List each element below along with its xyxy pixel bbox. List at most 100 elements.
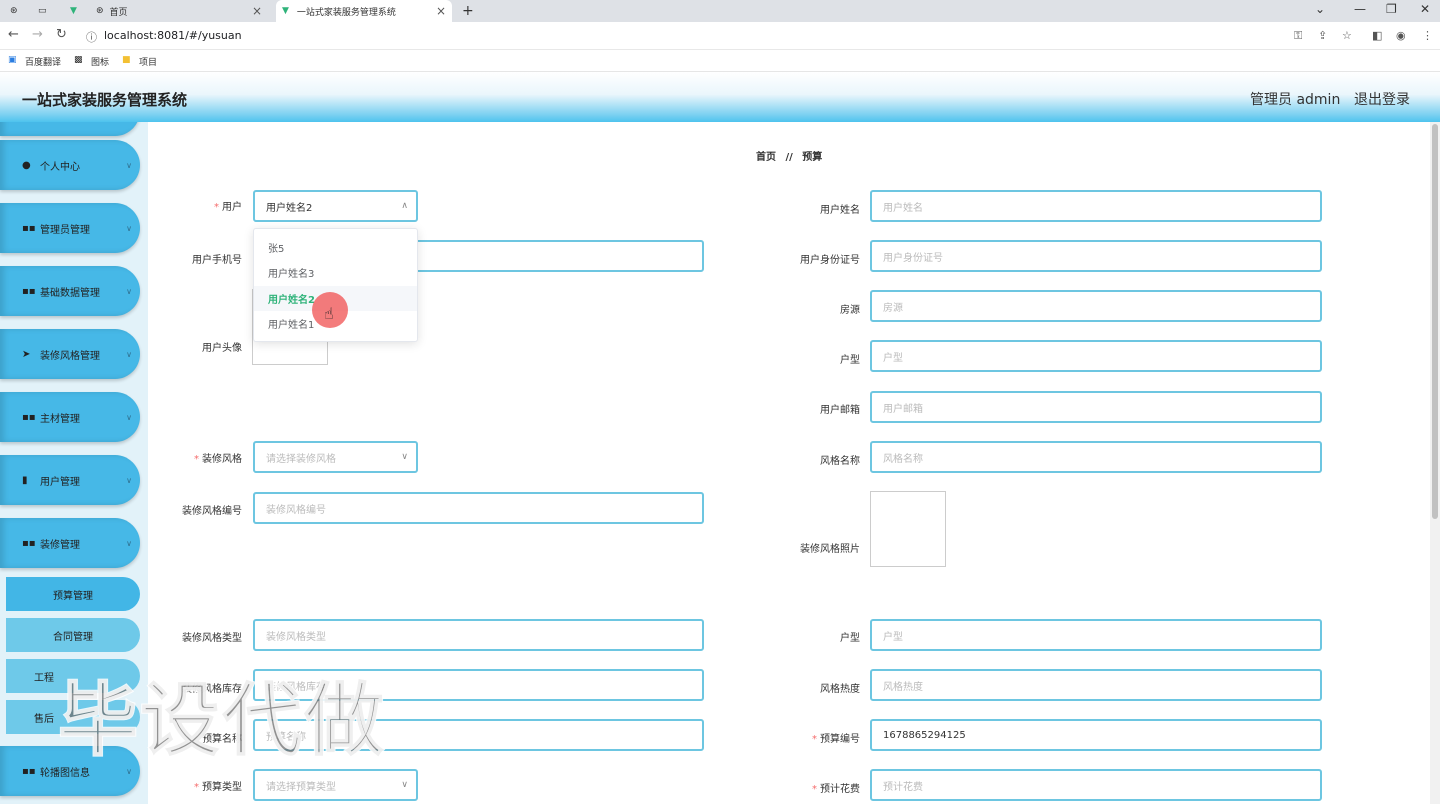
close-icon[interactable]: × — [436, 4, 446, 18]
budget-no-input[interactable]: 1678865294125 — [870, 719, 1322, 751]
scrollbar[interactable] — [1430, 122, 1440, 804]
menu-label: 装修管理 — [40, 539, 80, 551]
chevron-down-icon: ∨ — [401, 780, 408, 790]
breadcrumb-current: 预算 — [802, 152, 823, 163]
window-close-button[interactable]: ✕ — [1420, 0, 1430, 18]
style-type-input[interactable]: 装修风格类型 — [253, 619, 704, 651]
folder-icon: ■ — [122, 55, 131, 65]
sidebar-icon[interactable]: ◧ — [1372, 29, 1382, 42]
menu-dots-icon[interactable]: ⋮ — [1422, 29, 1433, 42]
user-idcard-label: 用户身份证号 — [800, 255, 860, 266]
sidebar-menu-decoration[interactable]: ▪▪ 装修管理 ∨ — [0, 518, 140, 568]
user-email-input[interactable]: 用户邮箱 — [870, 391, 1322, 423]
breadcrumb: 首页 // 预算 — [756, 148, 822, 163]
chevron-up-icon: ∧ — [401, 201, 408, 211]
new-tab-button[interactable]: + — [462, 0, 474, 22]
house-type2-input[interactable]: 户型 — [870, 619, 1322, 651]
restore-button[interactable]: ❐ — [1386, 0, 1397, 18]
dropdown-option[interactable]: 用户姓名3 — [254, 260, 417, 285]
sidebar-menu-admin[interactable]: ▪▪ 管理员管理 ∨ — [0, 203, 140, 253]
share-icon[interactable]: ⇪ — [1318, 29, 1327, 42]
profile-icon[interactable]: ◉ — [1396, 29, 1406, 42]
logout-button[interactable]: 退出登录 — [1354, 89, 1410, 109]
globe-icon: ⊛ — [96, 6, 104, 16]
scrollbar-thumb[interactable] — [1432, 124, 1438, 519]
browser-tab-bar: ⊛ ▭ ▼ ⊛ 首页 × ▼ 一站式家装服务管理系统 × + ⌄ — ❐ ✕ — [0, 0, 1440, 22]
menu-label: 用户管理 — [40, 476, 80, 488]
bookmarks-bar: ▣ 百度翻译 ▩ 图标 ■ 项目 — [0, 50, 1440, 72]
dropdown-option[interactable]: 张5 — [254, 235, 417, 260]
key-icon[interactable]: ⚿ — [1294, 29, 1302, 43]
user-label: * 用户 — [214, 202, 242, 213]
user-email-label: 用户邮箱 — [820, 405, 860, 416]
house-type-input[interactable]: 户型 — [870, 340, 1322, 372]
minimize-button[interactable]: — — [1354, 0, 1366, 18]
pinned-tab-icon[interactable]: ▭ — [38, 0, 58, 22]
grid-icon: ▪▪ — [22, 537, 36, 549]
chevron-down-icon: ∨ — [126, 538, 132, 548]
user-select[interactable]: 用户姓名2 ∧ — [253, 190, 418, 222]
budget-type-placeholder: 请选择预算类型 — [266, 781, 336, 793]
user-name-label: 用户姓名 — [820, 205, 860, 216]
pinned-tab-icon[interactable]: ⊛ — [10, 0, 28, 22]
app-header: 一站式家装服务管理系统 管理员 admin 退出登录 — [0, 72, 1440, 122]
chevron-down-icon: ∨ — [401, 452, 408, 462]
style-select[interactable]: 请选择装修风格 ∨ — [253, 441, 418, 473]
house-source-input[interactable]: 房源 — [870, 290, 1322, 322]
bookmark-item[interactable]: 百度翻译 — [25, 55, 61, 68]
user-name-input[interactable]: 用户姓名 — [870, 190, 1322, 222]
user-avatar-label: 用户头像 — [202, 343, 242, 354]
sidebar-menu-partial[interactable] — [0, 122, 140, 136]
current-user: 管理员 admin — [1250, 92, 1341, 108]
style-heat-label: 风格热度 — [820, 684, 860, 695]
grid-icon: ▪▪ — [22, 411, 36, 423]
bookmark-item[interactable]: 项目 — [139, 55, 157, 68]
style-photo-label: 装修风格照片 — [800, 544, 860, 555]
hand-cursor-icon: ☝ — [324, 304, 334, 323]
style-code-label: 装修风格编号 — [182, 506, 242, 517]
reload-icon[interactable]: ↻ — [56, 27, 67, 42]
vue-icon[interactable]: ▼ — [70, 0, 88, 22]
style-name-label: 风格名称 — [820, 456, 860, 467]
style-code-input[interactable]: 装修风格编号 — [253, 492, 704, 524]
house-type2-label: 户型 — [840, 633, 860, 644]
style-heat-input[interactable]: 风格热度 — [870, 669, 1322, 701]
chevron-down-icon[interactable]: ⌄ — [1315, 0, 1325, 18]
sidebar-menu-style[interactable]: ➤ 装修风格管理 ∨ — [0, 329, 140, 379]
sidebar-subitem-budget[interactable]: 预算管理 — [6, 577, 140, 611]
sidebar-menu-user[interactable]: ▮ 用户管理 ∨ — [0, 455, 140, 505]
star-icon[interactable]: ☆ — [1342, 29, 1352, 42]
close-icon[interactable]: × — [252, 4, 262, 18]
app-title: 一站式家装服务管理系统 — [22, 91, 188, 109]
bookmark-item[interactable]: 图标 — [91, 55, 109, 68]
forward-icon[interactable]: → — [32, 27, 43, 42]
user-idcard-input[interactable]: 用户身份证号 — [870, 240, 1322, 272]
translate-icon: ▣ — [8, 55, 17, 65]
breadcrumb-home[interactable]: 首页 — [756, 152, 776, 163]
house-source-label: 房源 — [840, 305, 860, 316]
style-name-input[interactable]: 风格名称 — [870, 441, 1322, 473]
sidebar-menu-material[interactable]: ▪▪ 主材管理 ∨ — [0, 392, 140, 442]
watermark: 毕设代做 — [57, 673, 386, 768]
sidebar-menu-personal[interactable]: ● 个人中心 ∨ — [0, 140, 140, 190]
menu-label: 管理员管理 — [40, 224, 90, 236]
user-phone-label: 用户手机号 — [192, 255, 242, 266]
info-icon: ⓘ — [86, 31, 97, 44]
send-icon: ➤ — [22, 348, 31, 360]
url-field[interactable]: localhost:8081/#/yusuan — [104, 29, 242, 42]
style-label: * 装修风格 — [194, 454, 242, 465]
house-type-label: 户型 — [840, 355, 860, 366]
budget-no-label: * 预算编号 — [812, 734, 860, 745]
vue-icon: ▼ — [282, 6, 289, 16]
browser-tab-active[interactable]: ▼ 一站式家装服务管理系统 × — [276, 0, 452, 22]
menu-label: 装修风格管理 — [40, 350, 100, 362]
budget-type-label: * 预算类型 — [194, 782, 242, 793]
style-select-placeholder: 请选择装修风格 — [266, 453, 336, 465]
back-icon[interactable]: ← — [8, 27, 19, 42]
clipboard-icon: ▮ — [22, 474, 28, 486]
sidebar-subitem-contract[interactable]: 合同管理 — [6, 618, 140, 652]
budget-cost-input[interactable]: 预计花费 — [870, 769, 1322, 801]
budget-type-select[interactable]: 请选择预算类型 ∨ — [253, 769, 418, 801]
sidebar-menu-basedata[interactable]: ▪▪ 基础数据管理 ∨ — [0, 266, 140, 316]
browser-tab-home[interactable]: ⊛ 首页 × — [96, 0, 268, 22]
